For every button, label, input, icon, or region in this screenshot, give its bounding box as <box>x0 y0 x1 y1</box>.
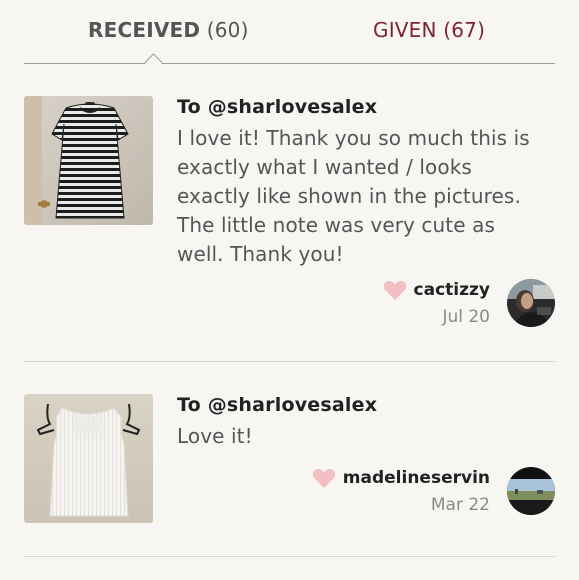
avatar[interactable] <box>507 279 555 327</box>
active-tab-caret <box>144 53 163 72</box>
review-recipient: To @sharlovesalex <box>177 96 378 118</box>
reviews-screen: RECEIVED (60) GIVEN (67) To @sharlovesal… <box>0 0 579 580</box>
heart-icon <box>312 468 335 488</box>
tab-underline <box>24 63 555 64</box>
heart-icon <box>383 280 406 300</box>
avatar[interactable] <box>507 467 555 515</box>
striped-dress-image <box>24 96 153 225</box>
review-date: Mar 22 <box>430 495 490 515</box>
tab-given-label: GIVEN <box>373 18 437 42</box>
review-recipient: To @sharlovesalex <box>177 394 378 416</box>
reviewer-info: cactizzy Jul 20 <box>383 279 490 327</box>
listing-thumbnail[interactable] <box>24 394 153 523</box>
tab-received-label: RECEIVED <box>88 18 201 42</box>
review-divider <box>24 361 555 362</box>
review-date: Jul 20 <box>442 307 490 327</box>
tab-received[interactable]: RECEIVED (60) <box>88 18 249 42</box>
tab-received-count: (60) <box>206 18 249 42</box>
reviewer-username[interactable]: madelineservin <box>343 468 490 488</box>
review-text: Love it! <box>177 424 253 448</box>
review-divider <box>24 556 555 557</box>
reviewer-username[interactable]: cactizzy <box>414 280 490 300</box>
reviewer-avatar-image <box>507 467 555 515</box>
white-top-image <box>24 394 153 523</box>
tab-given[interactable]: GIVEN (67) <box>373 18 485 42</box>
review-text: I love it! Thank you so much this is exa… <box>177 126 530 266</box>
reviewer-info: madelineservin Mar 22 <box>312 467 490 515</box>
tab-given-count: (67) <box>443 18 486 42</box>
listing-thumbnail[interactable] <box>24 96 153 225</box>
review-tabs: RECEIVED (60) GIVEN (67) <box>0 0 579 72</box>
reviewer-avatar-image <box>507 279 555 327</box>
